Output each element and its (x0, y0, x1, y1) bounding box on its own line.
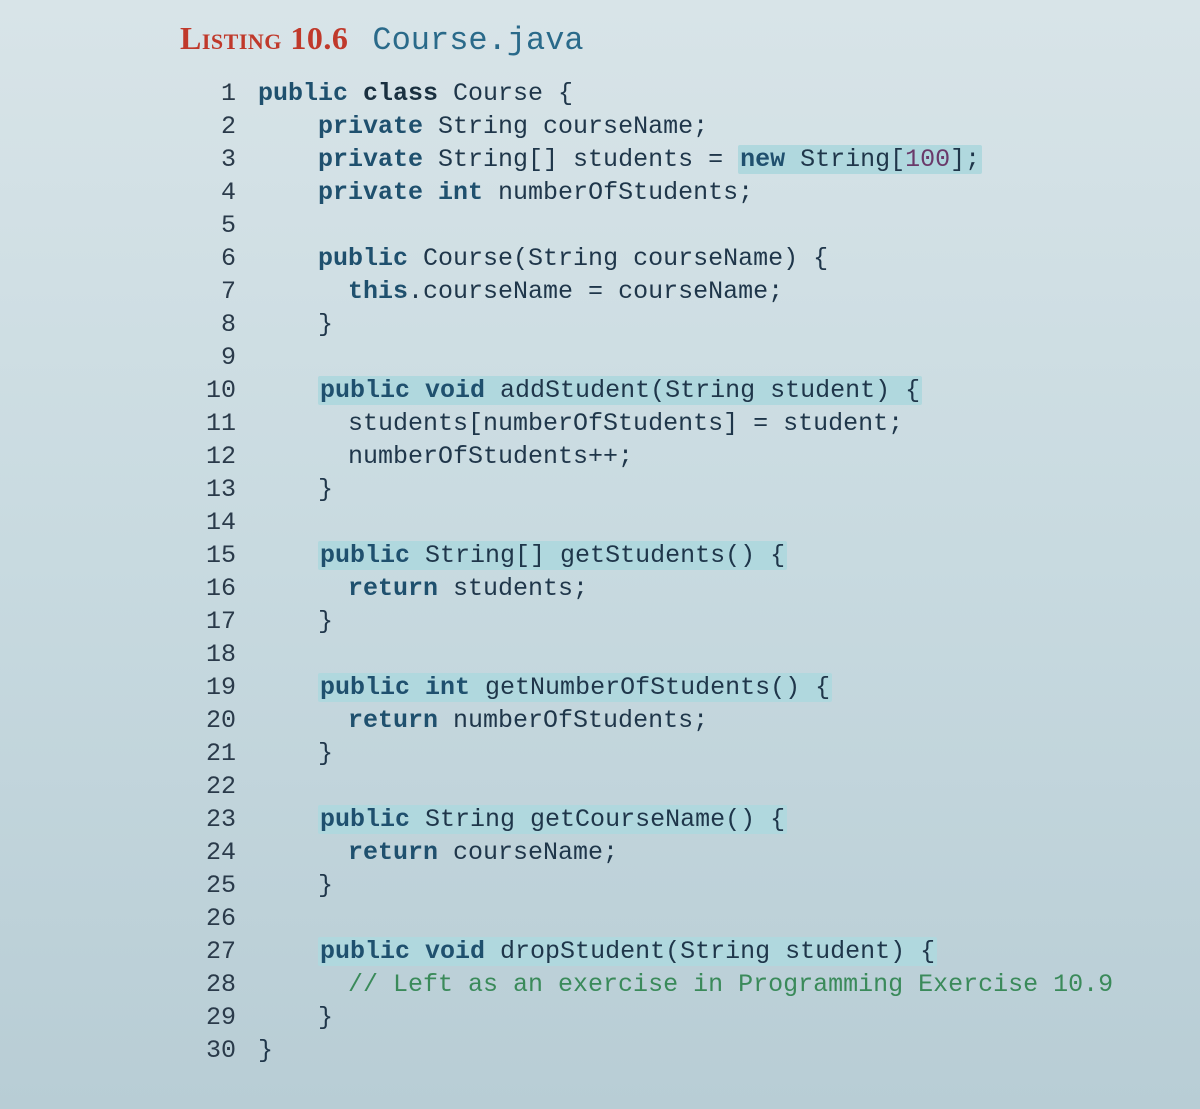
code-line: 28 // Left as an exercise in Programming… (180, 968, 1180, 1001)
code: public String[] getStudents() { (258, 539, 787, 572)
line-number: 12 (180, 440, 258, 473)
code-line: 2 private String courseName; (180, 110, 1180, 143)
code-line: 10 public void addStudent(String student… (180, 374, 1180, 407)
code: private String courseName; (258, 110, 708, 143)
line-number: 21 (180, 737, 258, 770)
line-number: 26 (180, 902, 258, 935)
code: } (258, 308, 333, 341)
line-number: 24 (180, 836, 258, 869)
code-line: 7 this.courseName = courseName; (180, 275, 1180, 308)
code-line: 4 private int numberOfStudents; (180, 176, 1180, 209)
code: } (258, 1001, 333, 1034)
line-number: 10 (180, 374, 258, 407)
code: private int numberOfStudents; (258, 176, 753, 209)
code-line: 26 (180, 902, 1180, 935)
code-line: 13 } (180, 473, 1180, 506)
code: return numberOfStudents; (258, 704, 708, 737)
line-number: 9 (180, 341, 258, 374)
code: } (258, 1034, 273, 1067)
line-number: 20 (180, 704, 258, 737)
line-number: 27 (180, 935, 258, 968)
code: public String getCourseName() { (258, 803, 787, 836)
code: } (258, 473, 333, 506)
line-number: 5 (180, 209, 258, 242)
code-line: 16 return students; (180, 572, 1180, 605)
code-line: 8 } (180, 308, 1180, 341)
code: this.courseName = courseName; (258, 275, 783, 308)
listing-header: Listing 10.6 Course.java (180, 20, 1180, 59)
line-number: 28 (180, 968, 258, 1001)
code-line: 30 } (180, 1034, 1180, 1067)
code-line: 25 } (180, 869, 1180, 902)
code-line: 17 } (180, 605, 1180, 638)
code-line: 23 public String getCourseName() { (180, 803, 1180, 836)
code-line: 24 return courseName; (180, 836, 1180, 869)
line-number: 19 (180, 671, 258, 704)
line-number: 17 (180, 605, 258, 638)
code-line: 18 (180, 638, 1180, 671)
code-line: 1 public class Course { (180, 77, 1180, 110)
line-number: 30 (180, 1034, 258, 1067)
line-number: 25 (180, 869, 258, 902)
code: numberOfStudents++; (258, 440, 633, 473)
line-number: 13 (180, 473, 258, 506)
line-number: 16 (180, 572, 258, 605)
code: // Left as an exercise in Programming Ex… (258, 968, 1113, 1001)
code-line: 5 (180, 209, 1180, 242)
code: } (258, 737, 333, 770)
line-number: 4 (180, 176, 258, 209)
code: public void dropStudent(String student) … (258, 935, 937, 968)
line-number: 8 (180, 308, 258, 341)
line-number: 15 (180, 539, 258, 572)
code-line: 29 } (180, 1001, 1180, 1034)
line-number: 2 (180, 110, 258, 143)
code: public class Course { (258, 77, 573, 110)
code-line: 3 private String[] students = new String… (180, 143, 1180, 176)
line-number: 1 (180, 77, 258, 110)
line-number: 14 (180, 506, 258, 539)
code: } (258, 605, 333, 638)
code-line: 15 public String[] getStudents() { (180, 539, 1180, 572)
line-number: 6 (180, 242, 258, 275)
code: public void addStudent(String student) { (258, 374, 922, 407)
line-number: 29 (180, 1001, 258, 1034)
code-line: 20 return numberOfStudents; (180, 704, 1180, 737)
code-listing: 1 public class Course { 2 private String… (180, 77, 1180, 1067)
code: return courseName; (258, 836, 618, 869)
code: public int getNumberOfStudents() { (258, 671, 832, 704)
code-line: 27 public void dropStudent(String studen… (180, 935, 1180, 968)
line-number: 3 (180, 143, 258, 176)
code: students[numberOfStudents] = student; (258, 407, 903, 440)
code-line: 6 public Course(String courseName) { (180, 242, 1180, 275)
code: } (258, 869, 333, 902)
code-line: 9 (180, 341, 1180, 374)
code-line: 22 (180, 770, 1180, 803)
line-number: 18 (180, 638, 258, 671)
line-number: 23 (180, 803, 258, 836)
code: public Course(String courseName) { (258, 242, 828, 275)
line-number: 7 (180, 275, 258, 308)
code-line: 19 public int getNumberOfStudents() { (180, 671, 1180, 704)
listing-label: Listing 10.6 (180, 20, 348, 56)
code-line: 11 students[numberOfStudents] = student; (180, 407, 1180, 440)
code-line: 12 numberOfStudents++; (180, 440, 1180, 473)
listing-filename: Course.java (372, 22, 583, 59)
code-line: 21 } (180, 737, 1180, 770)
code-line: 14 (180, 506, 1180, 539)
code: private String[] students = new String[1… (258, 143, 982, 176)
line-number: 11 (180, 407, 258, 440)
code: return students; (258, 572, 588, 605)
line-number: 22 (180, 770, 258, 803)
